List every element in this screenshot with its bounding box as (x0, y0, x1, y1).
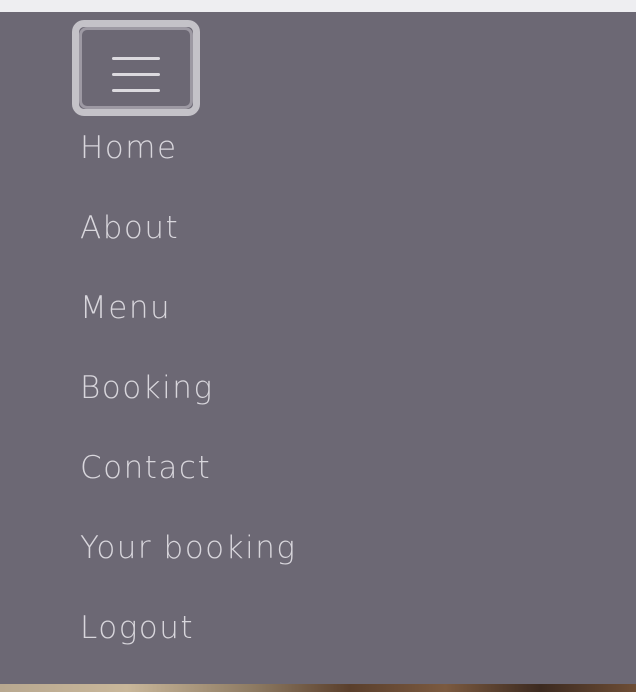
nav-item-menu: Menu (0, 268, 636, 348)
nav-link-logout[interactable]: Logout (80, 608, 194, 648)
top-strip (0, 0, 636, 12)
nav-link-about[interactable]: About (80, 208, 179, 248)
nav-item-about: About (0, 188, 636, 268)
hero-image-edge (0, 684, 636, 692)
nav-link-menu[interactable]: Menu (80, 288, 171, 328)
nav-item-home: Home (0, 108, 636, 188)
nav-item-contact: Contact (0, 428, 636, 508)
navbar-toggler-button[interactable] (72, 20, 200, 116)
nav-list: Home About Menu Booking Contact Your boo… (0, 108, 636, 668)
nav-link-home[interactable]: Home (80, 128, 178, 168)
nav-link-booking[interactable]: Booking (80, 368, 214, 408)
nav-link-your-booking[interactable]: Your booking (80, 528, 296, 568)
collapsed-navbar-panel: Home About Menu Booking Contact Your boo… (0, 12, 636, 684)
nav-item-booking: Booking (0, 348, 636, 428)
nav-link-contact[interactable]: Contact (80, 448, 211, 488)
nav-item-your-booking: Your booking (0, 508, 636, 588)
nav-item-logout: Logout (0, 588, 636, 668)
hamburger-icon (112, 57, 160, 93)
